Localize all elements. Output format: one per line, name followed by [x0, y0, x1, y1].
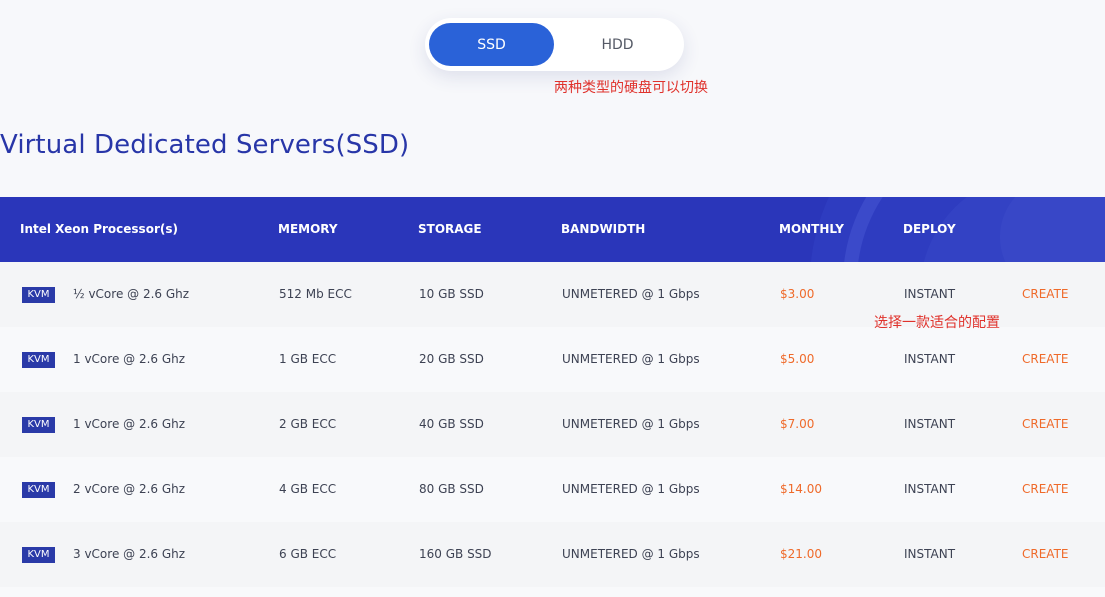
- kvm-badge: KVM: [22, 482, 55, 498]
- storage-cell: 20 GB SSD: [419, 352, 484, 366]
- price-cell: $21.00: [780, 547, 822, 561]
- storage-cell: 80 GB SSD: [419, 482, 484, 496]
- create-button[interactable]: CREATE: [1022, 327, 1069, 392]
- table-row: KVM 1 vCore @ 2.6 Ghz 1 GB ECC 20 GB SSD…: [0, 327, 1105, 392]
- create-button[interactable]: CREATE: [1022, 262, 1069, 327]
- deploy-cell: INSTANT: [904, 547, 956, 561]
- create-button[interactable]: CREATE: [1022, 457, 1069, 522]
- kvm-badge: KVM: [22, 417, 55, 433]
- price-cell: $7.00: [780, 417, 815, 431]
- header-bandwidth: BANDWIDTH: [561, 222, 646, 236]
- memory-cell: 512 Mb ECC: [279, 287, 352, 301]
- row-annotation: 选择一款适合的配置: [874, 315, 1000, 331]
- create-button[interactable]: CREATE: [1022, 522, 1069, 587]
- cpu-cell: 2 vCore @ 2.6 Ghz: [73, 482, 186, 496]
- table-row-partial: [0, 587, 1105, 597]
- table-row: KVM 1 vCore @ 2.6 Ghz 2 GB ECC 40 GB SSD…: [0, 392, 1105, 457]
- header-monthly: MONTHLY: [779, 222, 844, 236]
- price-cell: $5.00: [780, 352, 815, 366]
- storage-cell: 10 GB SSD: [419, 287, 484, 301]
- cpu-cell: 1 vCore @ 2.6 Ghz: [73, 352, 186, 366]
- table-row: KVM 3 vCore @ 2.6 Ghz 6 GB ECC 160 GB SS…: [0, 522, 1105, 587]
- header-deploy: DEPLOY: [903, 222, 956, 236]
- header-memory: MEMORY: [278, 222, 338, 236]
- storage-cell: 160 GB SSD: [419, 547, 492, 561]
- storage-type-toggle: SSD HDD: [425, 18, 684, 71]
- bandwidth-cell: UNMETERED @ 1 Gbps: [562, 547, 700, 561]
- header-storage: STORAGE: [418, 222, 482, 236]
- cpu-cell: 1 vCore @ 2.6 Ghz: [73, 417, 186, 431]
- header-processor: Intel Xeon Processor(s): [20, 222, 178, 236]
- deploy-cell: INSTANT: [904, 482, 956, 496]
- cpu-cell: 3 vCore @ 2.6 Ghz: [73, 547, 186, 561]
- table-row: KVM 2 vCore @ 2.6 Ghz 4 GB ECC 80 GB SSD…: [0, 457, 1105, 522]
- kvm-badge: KVM: [22, 547, 55, 563]
- memory-cell: 1 GB ECC: [279, 352, 337, 366]
- price-cell: $14.00: [780, 482, 822, 496]
- deploy-cell: INSTANT: [904, 417, 956, 431]
- toggle-annotation: 两种类型的硬盘可以切换: [554, 80, 708, 96]
- price-cell: $3.00: [780, 287, 815, 301]
- table-header: Intel Xeon Processor(s) MEMORY STORAGE B…: [0, 197, 1105, 262]
- bandwidth-cell: UNMETERED @ 1 Gbps: [562, 352, 700, 366]
- page-title: Virtual Dedicated Servers(SSD): [0, 130, 410, 160]
- kvm-badge: KVM: [22, 352, 55, 368]
- storage-cell: 40 GB SSD: [419, 417, 484, 431]
- memory-cell: 2 GB ECC: [279, 417, 337, 431]
- bandwidth-cell: UNMETERED @ 1 Gbps: [562, 417, 700, 431]
- create-button[interactable]: CREATE: [1022, 392, 1069, 457]
- deploy-cell: INSTANT: [904, 352, 956, 366]
- hdd-toggle-button[interactable]: HDD: [555, 23, 680, 66]
- bandwidth-cell: UNMETERED @ 1 Gbps: [562, 482, 700, 496]
- memory-cell: 6 GB ECC: [279, 547, 337, 561]
- kvm-badge: KVM: [22, 287, 55, 303]
- memory-cell: 4 GB ECC: [279, 482, 337, 496]
- cpu-cell: ½ vCore @ 2.6 Ghz: [73, 287, 190, 301]
- bandwidth-cell: UNMETERED @ 1 Gbps: [562, 287, 700, 301]
- ssd-toggle-button[interactable]: SSD: [429, 23, 554, 66]
